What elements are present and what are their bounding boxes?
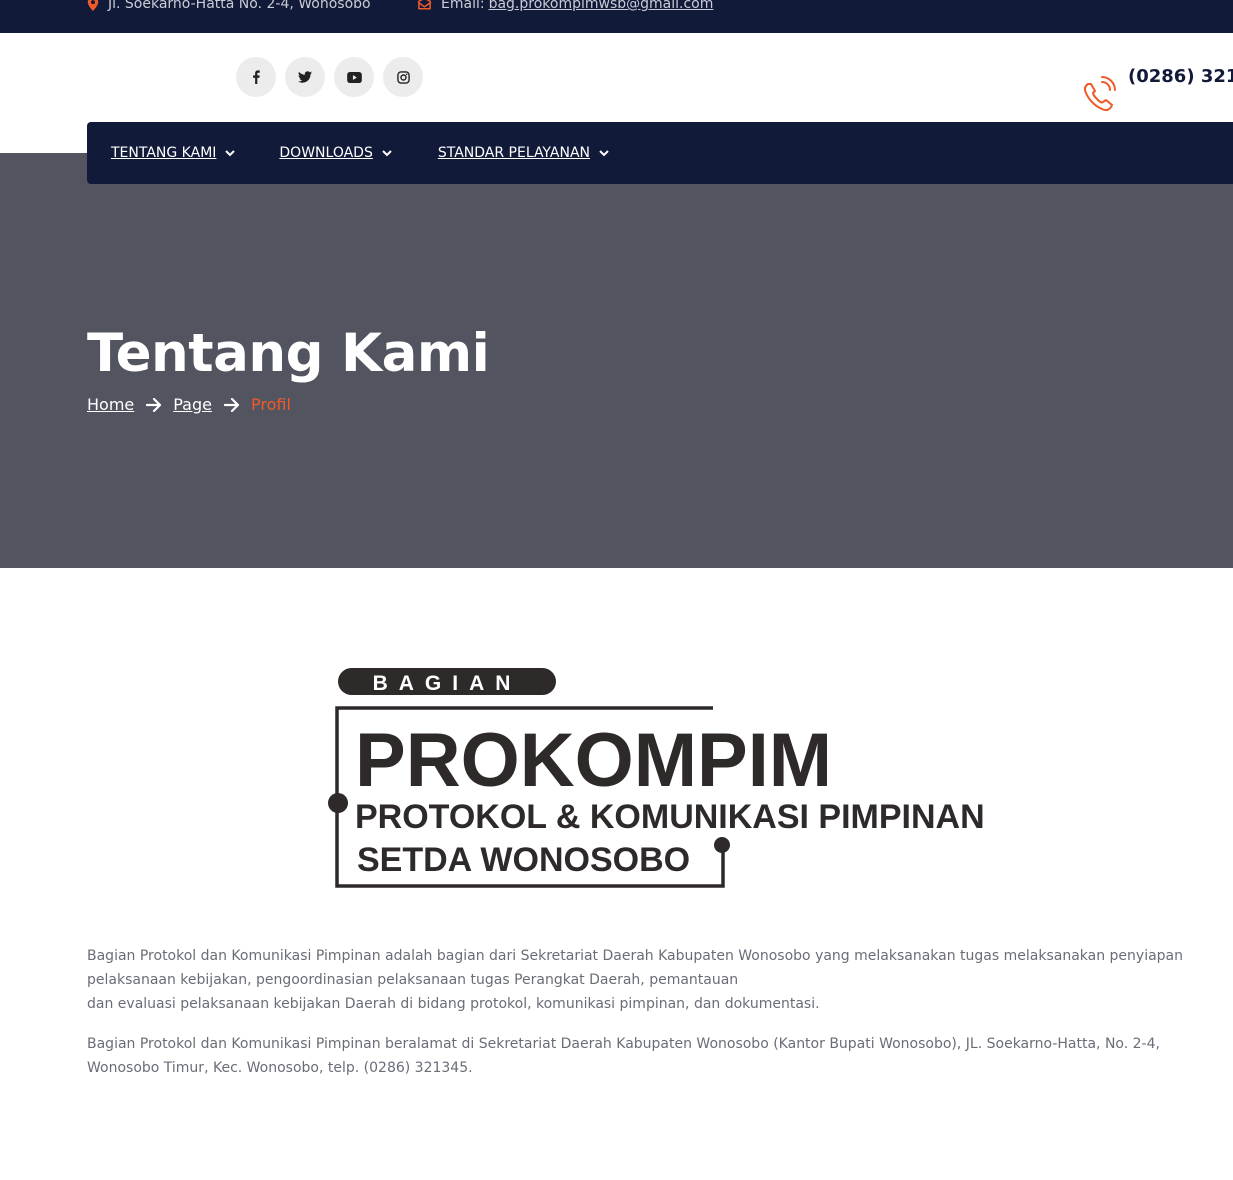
nav-label: DOWNLOADS xyxy=(279,145,373,161)
phone-icon xyxy=(1083,76,1116,112)
instagram-link[interactable] xyxy=(383,57,423,97)
instagram-icon xyxy=(396,70,410,84)
map-pin-icon xyxy=(87,0,99,11)
nav-item-downloads[interactable]: DOWNLOADS xyxy=(279,145,392,161)
breadcrumb-current: Profil xyxy=(250,395,291,414)
envelope-icon xyxy=(417,0,432,10)
address-text: Jl. Soekarno-Hatta No. 2-4, Wonosobo xyxy=(108,0,371,12)
nav-item-tentang-kami[interactable]: TENTANG KAMI xyxy=(111,145,236,161)
nav-label: STANDAR PELAYANAN xyxy=(437,145,590,161)
about-content: Bagian Protokol dan Komunikasi Pimpinan … xyxy=(87,944,1233,1096)
email-label: Email: xyxy=(441,0,485,12)
paragraph-1-b: dan evaluasi pelaksanaan kebijakan Daera… xyxy=(87,996,820,1012)
arrow-right-icon xyxy=(223,397,240,412)
youtube-icon xyxy=(346,71,362,83)
page-hero: Tentang Kami Home Page Profil xyxy=(0,153,1233,568)
chevron-down-icon xyxy=(382,149,392,156)
logo-line2-text: SETDA WONOSOBO xyxy=(357,841,690,879)
about-paragraph-1: Bagian Protokol dan Komunikasi Pimpinan … xyxy=(87,944,1233,1016)
breadcrumb: Home Page Profil xyxy=(87,395,291,414)
top-bar: Jl. Soekarno-Hatta No. 2-4, Wonosobo Ema… xyxy=(0,0,1233,33)
twitter-icon xyxy=(298,71,312,83)
twitter-link[interactable] xyxy=(285,57,325,97)
logo-line1-text: PROTOKOL & KOMUNIKASI PIMPINAN xyxy=(355,798,985,836)
chevron-down-icon xyxy=(599,149,609,156)
facebook-icon xyxy=(253,70,260,84)
email-link[interactable]: bag.prokompimwsb@gmail.com xyxy=(489,0,714,12)
phone-contact[interactable]: (0286) 321345 xyxy=(1080,66,1233,116)
social-links xyxy=(236,57,423,97)
nav-item-standar-pelayanan[interactable]: STANDAR PELAYANAN xyxy=(438,145,609,161)
arrow-right-icon xyxy=(146,397,162,412)
prokompim-logo: BAGIAN PROKOMPIM PROTOKOL & KOMUNIKASI P… xyxy=(328,668,985,888)
logo-main-text: PROKOMPIM xyxy=(355,718,832,803)
facebook-link[interactable] xyxy=(236,57,276,97)
phone-number: (0286) 321345 xyxy=(1128,66,1233,87)
nav-label: TENTANG KAMI xyxy=(111,145,217,161)
about-paragraph-2: Bagian Protokol dan Komunikasi Pimpinan … xyxy=(87,1036,1160,1076)
address-info: Jl. Soekarno-Hatta No. 2-4, Wonosobo xyxy=(87,0,371,12)
logo-top-text: BAGIAN xyxy=(373,672,522,695)
email-info: Email: bag.prokompimwsb@gmail.com xyxy=(417,0,713,12)
breadcrumb-page[interactable]: Page xyxy=(173,395,212,414)
paragraph-1-a: Bagian Protokol dan Komunikasi Pimpinan … xyxy=(87,948,1184,988)
youtube-link[interactable] xyxy=(334,57,374,97)
chevron-down-icon xyxy=(225,149,236,156)
page-title: Tentang Kami xyxy=(87,323,490,384)
breadcrumb-home[interactable]: Home xyxy=(87,395,134,414)
main-nav: TENTANG KAMI DOWNLOADS STANDAR PELAYANAN xyxy=(87,122,1233,184)
